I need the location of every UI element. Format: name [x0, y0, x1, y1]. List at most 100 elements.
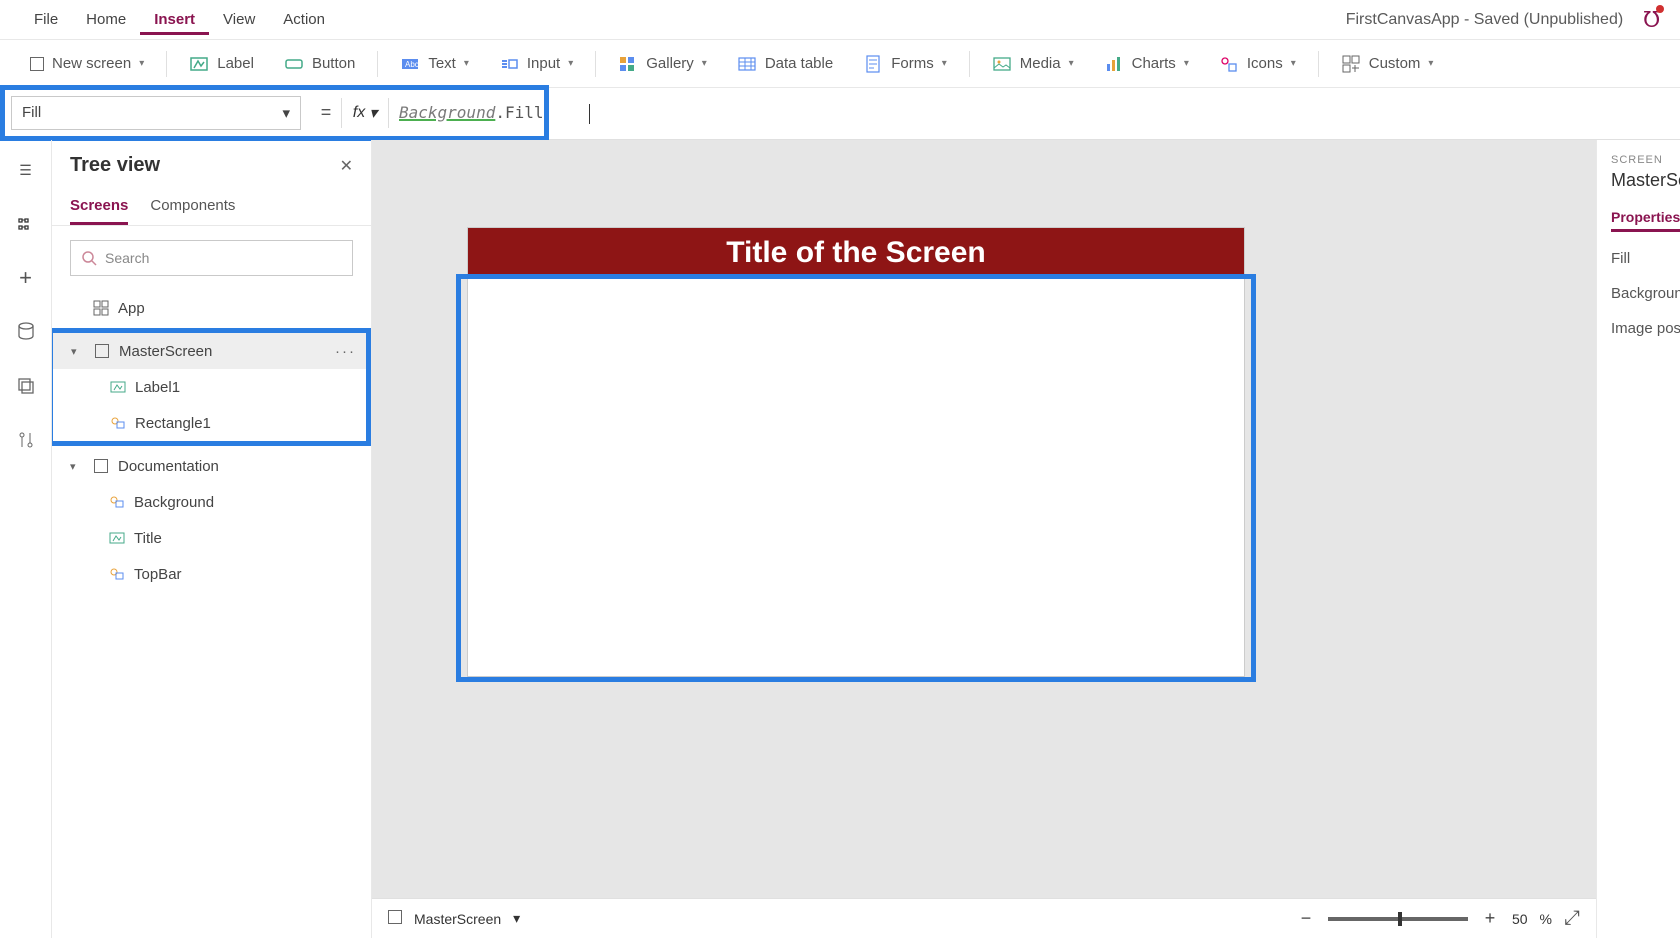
close-panel-button[interactable]: ✕: [340, 156, 353, 176]
tree-title-label: Title: [134, 530, 162, 547]
tree-topbar-label: TopBar: [134, 566, 182, 583]
tree-search-input[interactable]: Search: [70, 240, 353, 276]
label-button[interactable]: Label: [177, 48, 266, 80]
status-screen-name[interactable]: MasterScreen: [414, 911, 501, 927]
ribbon-forms-label: Forms: [891, 55, 934, 72]
tree-view-title: Tree view: [70, 154, 160, 177]
label-icon: [108, 529, 126, 547]
tree-node-label1[interactable]: Label1: [53, 369, 366, 405]
property-row-image-position[interactable]: Image posit: [1611, 320, 1680, 337]
formula-bar: Fill ▾ = fx▾ Background.Fill: [0, 88, 1680, 140]
more-options-button[interactable]: ···: [335, 343, 356, 360]
tree-node-background[interactable]: Background: [52, 484, 371, 520]
zoom-out-button[interactable]: −: [1296, 908, 1316, 929]
menu-insert[interactable]: Insert: [140, 5, 209, 35]
app-checker-icon[interactable]: ℧: [1643, 7, 1660, 33]
media-rail-icon[interactable]: [14, 374, 38, 398]
forms-dropdown[interactable]: Forms ▾: [851, 48, 959, 80]
formula-input[interactable]: Background.Fill: [389, 103, 544, 122]
chevron-down-icon[interactable]: ▾: [513, 910, 520, 927]
media-dropdown[interactable]: Media ▾: [980, 48, 1086, 80]
fit-to-window-icon[interactable]: ⤢: [1564, 907, 1580, 930]
properties-section-label: SCREEN: [1611, 154, 1680, 166]
data-rail-icon[interactable]: [14, 320, 38, 344]
screen-icon: [93, 342, 111, 360]
tree-node-title[interactable]: Title: [52, 520, 371, 556]
property-row-background[interactable]: Background: [1611, 285, 1680, 302]
property-selector[interactable]: Fill ▾: [11, 96, 301, 130]
zoom-in-button[interactable]: +: [1480, 908, 1500, 929]
formula-dot: .: [495, 103, 505, 122]
menu-action[interactable]: Action: [269, 5, 339, 34]
button-icon: [284, 54, 304, 74]
label-icon: [109, 378, 127, 396]
tree-node-documentation[interactable]: ▾ Documentation: [52, 448, 371, 484]
ribbon-charts-label: Charts: [1132, 55, 1176, 72]
tree-node-app[interactable]: App: [52, 290, 371, 326]
button-button[interactable]: Button: [272, 48, 367, 80]
chevron-down-icon: ▾: [1069, 58, 1074, 69]
chevron-down-icon: ▾: [282, 104, 290, 122]
equals-sign: =: [311, 102, 341, 123]
app-title: FirstCanvasApp - Saved (Unpublished): [1346, 11, 1623, 29]
menu-file[interactable]: File: [20, 5, 72, 34]
tree-app-label: App: [118, 300, 145, 317]
ribbon-button-text: Button: [312, 55, 355, 72]
gallery-icon: [618, 54, 638, 74]
new-screen-button[interactable]: New screen ▾: [18, 49, 156, 78]
screen-icon: [30, 57, 44, 71]
gallery-dropdown[interactable]: Gallery ▾: [606, 48, 719, 80]
new-screen-label: New screen: [52, 55, 131, 72]
canvas-screen[interactable]: Title of the Screen: [468, 228, 1244, 676]
treeview-icon[interactable]: [14, 212, 38, 236]
hamburger-icon[interactable]: ☰: [14, 158, 38, 182]
datatable-icon: [737, 54, 757, 74]
custom-dropdown[interactable]: Custom ▾: [1329, 48, 1446, 80]
property-row-fill[interactable]: Fill: [1611, 250, 1680, 267]
shape-icon: [108, 493, 126, 511]
icons-dropdown[interactable]: Icons ▾: [1207, 48, 1308, 80]
canvas-area[interactable]: Title of the Screen MasterScreen ▾ − + 5…: [372, 140, 1596, 938]
ribbon-icons-label: Icons: [1247, 55, 1283, 72]
menu-view[interactable]: View: [209, 5, 269, 34]
tree-bg-label: Background: [134, 494, 214, 511]
zoom-slider[interactable]: [1328, 917, 1468, 921]
menu-home[interactable]: Home: [72, 5, 140, 34]
input-dropdown[interactable]: Input ▾: [487, 48, 585, 80]
properties-tab[interactable]: Properties: [1611, 209, 1680, 232]
chevron-down-icon: ▾: [1428, 58, 1433, 69]
tab-screens[interactable]: Screens: [70, 189, 128, 225]
canvas-topbar[interactable]: Title of the Screen: [468, 228, 1244, 278]
custom-icon: [1341, 54, 1361, 74]
expand-icon[interactable]: ▾: [71, 345, 85, 358]
search-icon: [81, 250, 97, 266]
tree-highlight: ▾ MasterScreen ··· Label1 Rectangle1: [52, 328, 371, 446]
left-rail: ☰ +: [0, 140, 52, 938]
insert-rail-icon[interactable]: +: [14, 266, 38, 290]
tree-rect1-label: Rectangle1: [135, 415, 211, 432]
tree-node-topbar[interactable]: TopBar: [52, 556, 371, 592]
advanced-tools-icon[interactable]: [14, 428, 38, 452]
tree-master-label: MasterScreen: [119, 343, 212, 360]
formula-highlight: Fill ▾ = fx▾ Background.Fill: [0, 85, 549, 141]
chevron-down-icon: ▾: [568, 58, 573, 69]
tab-components[interactable]: Components: [150, 189, 235, 225]
formula-token-fill: Fill: [505, 103, 544, 122]
ribbon-label-text: Label: [217, 55, 254, 72]
chevron-down-icon: ▾: [942, 58, 947, 69]
charts-dropdown[interactable]: Charts ▾: [1092, 48, 1201, 80]
fx-button[interactable]: fx▾: [341, 98, 389, 128]
input-icon: [499, 54, 519, 74]
canvas-screen-title: Title of the Screen: [726, 236, 986, 270]
label-icon: [189, 54, 209, 74]
tree-node-rectangle1[interactable]: Rectangle1: [53, 405, 366, 441]
tree-tabs: Screens Components: [52, 183, 371, 226]
zoom-value: 50: [1512, 911, 1528, 927]
status-bar: MasterScreen ▾ − + 50 % ⤢: [372, 898, 1596, 938]
datatable-button[interactable]: Data table: [725, 48, 845, 80]
screen-icon: [92, 457, 110, 475]
app-icon: [92, 299, 110, 317]
text-dropdown[interactable]: Abc Text ▾: [388, 48, 481, 80]
tree-node-masterscreen[interactable]: ▾ MasterScreen ···: [53, 333, 366, 369]
expand-icon[interactable]: ▾: [70, 460, 84, 473]
